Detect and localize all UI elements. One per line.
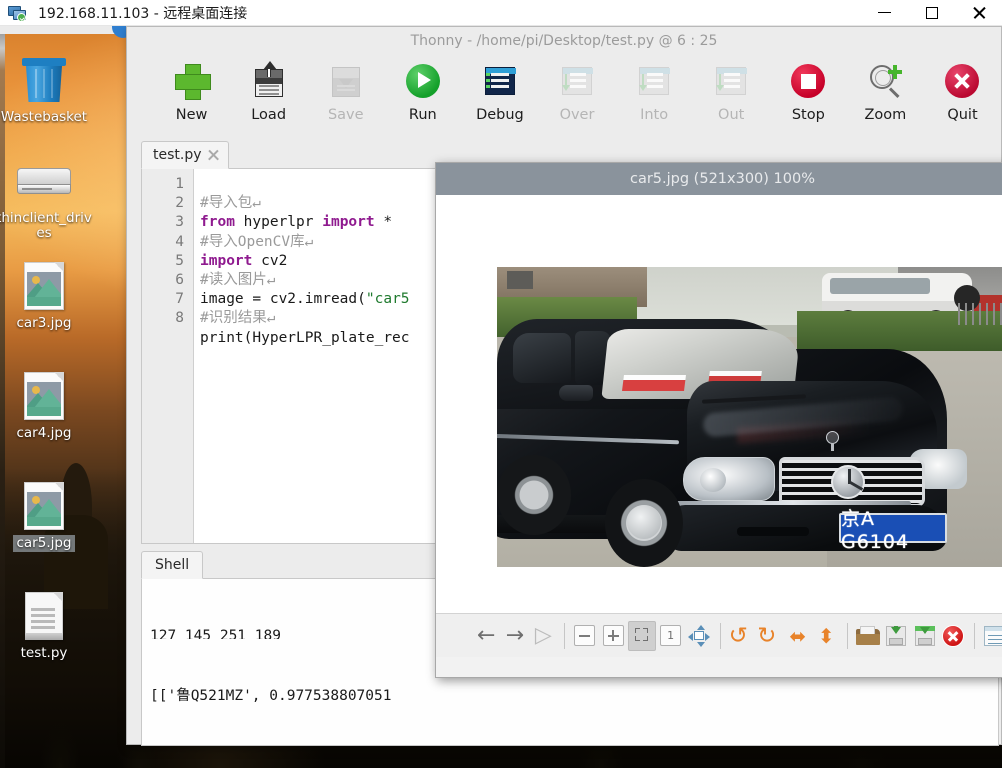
toolbar-step-out-button[interactable]: Out xyxy=(693,55,770,123)
toolbar-label: Out xyxy=(718,107,745,123)
quit-icon xyxy=(942,61,982,101)
desktop-icon-wastebasket[interactable]: Wastebasket xyxy=(0,52,96,126)
toolbar-label: Stop xyxy=(791,107,825,123)
toolbar-label: Load xyxy=(251,107,287,123)
rdp-titlebar: 192.168.11.103 - 远程桌面连接 xyxy=(0,0,1002,26)
car-photo: 京A G6104 xyxy=(497,267,1002,567)
next-image-button[interactable]: → xyxy=(501,621,530,651)
zoom-in-button[interactable] xyxy=(599,621,628,651)
trash-icon xyxy=(0,52,96,108)
toolbar-separator xyxy=(846,622,848,649)
toolbar-separator xyxy=(563,622,565,649)
step-out-icon xyxy=(711,61,751,101)
fit-to-window-button[interactable] xyxy=(627,620,657,651)
toolbar-new-button[interactable]: New xyxy=(153,55,230,123)
toolbar-label: Quit xyxy=(947,107,978,123)
shell-tab[interactable]: Shell xyxy=(141,551,204,579)
toolbar-zoom-button[interactable]: Zoom xyxy=(847,55,924,123)
rotate-right-button[interactable]: ↻ xyxy=(755,621,784,651)
image-viewer-title: car5.jpg (521x300) 100% xyxy=(436,163,1002,195)
toolbar-separator xyxy=(973,622,975,649)
editor-tab-label: test.py xyxy=(153,147,202,163)
step-over-icon xyxy=(557,61,597,101)
zoom-icon xyxy=(865,61,905,101)
drive-icon xyxy=(0,154,96,210)
toolbar-step-over-button[interactable]: Over xyxy=(538,55,615,123)
toolbar-save-button[interactable]: Save xyxy=(307,55,384,123)
flip-vertical-button[interactable]: ⬍ xyxy=(812,621,841,651)
fullscreen-button[interactable] xyxy=(685,621,714,651)
desktop-icon-label: test.py xyxy=(20,645,68,661)
rdp-window-controls xyxy=(861,0,1002,26)
flip-horizontal-button[interactable]: ⬌ xyxy=(783,621,812,651)
thonny-toolbar: New Load Save Run Debug Over Into Out St… xyxy=(127,55,1001,141)
remote-desktop-canvas: Wastebasket thinclient_drives car3.jpg c xyxy=(0,26,1002,768)
close-tab-icon[interactable] xyxy=(208,150,219,161)
desktop-icon-car3[interactable]: car3.jpg xyxy=(0,258,96,332)
mercedes-benz-car: 京A G6104 xyxy=(497,319,967,567)
rotate-left-button[interactable]: ↺ xyxy=(726,621,755,651)
toolbar-label: Save xyxy=(327,107,364,123)
image-viewer-canvas[interactable]: 京A G6104 xyxy=(436,195,1002,613)
stop-icon xyxy=(788,61,828,101)
toolbar-stop-button[interactable]: Stop xyxy=(770,55,847,123)
step-into-icon xyxy=(634,61,674,101)
actual-size-button[interactable]: 1 xyxy=(656,621,685,651)
text-file-icon xyxy=(0,588,96,644)
shell-line: [['鲁Q521MZ', 0.977538807051 xyxy=(150,688,392,704)
image-viewer-window: car5.jpg (521x300) 100% 京A G6104 ← → ▷ 1… xyxy=(435,162,1002,678)
rdp-title-text: 192.168.11.103 - 远程桌面连接 xyxy=(38,5,248,22)
toolbar-debug-button[interactable]: Debug xyxy=(461,55,538,123)
image-viewer-statusbar xyxy=(436,657,1002,677)
slideshow-button[interactable]: ▷ xyxy=(529,621,558,651)
desktop-icon-label: Wastebasket xyxy=(0,109,88,125)
toolbar-quit-button[interactable]: Quit xyxy=(924,55,1001,123)
desktop-icon-label: car4.jpg xyxy=(16,425,72,441)
thonny-title: Thonny - /home/pi/Desktop/test.py @ 6 : … xyxy=(410,33,718,49)
image-file-icon xyxy=(0,258,96,314)
new-file-icon xyxy=(172,61,212,101)
editor-line-numbers: 12345678 xyxy=(142,169,194,543)
toolbar-label: Run xyxy=(408,107,437,123)
save-button[interactable] xyxy=(882,621,911,651)
image-file-icon xyxy=(0,478,96,534)
desktop-icon-thinclient-drives[interactable]: thinclient_drives xyxy=(0,154,96,242)
shell-tab-label: Shell xyxy=(155,557,190,573)
delete-button[interactable] xyxy=(939,621,968,651)
previous-image-button[interactable]: ← xyxy=(472,621,501,651)
toolbar-label: New xyxy=(175,107,208,123)
save-as-button[interactable] xyxy=(911,621,940,651)
editor-tab-testpy[interactable]: test.py xyxy=(141,141,229,169)
load-file-icon xyxy=(249,61,289,101)
desktop-icon-label: car5.jpg xyxy=(13,535,75,552)
license-plate: 京A G6104 xyxy=(839,508,947,553)
open-file-button[interactable] xyxy=(853,621,882,651)
desktop-icon-testpy[interactable]: test.py xyxy=(0,588,96,662)
zoom-out-button[interactable] xyxy=(571,621,600,651)
toolbar-step-into-button[interactable]: Into xyxy=(616,55,693,123)
desktop-icon-label: car3.jpg xyxy=(16,315,72,331)
minimize-button[interactable] xyxy=(861,0,908,26)
toolbar-label: Over xyxy=(559,107,595,123)
toolbar-load-button[interactable]: Load xyxy=(230,55,307,123)
properties-button[interactable] xyxy=(980,621,1002,651)
screen-root: Wastebasket thinclient_drives car3.jpg c xyxy=(0,0,1002,768)
close-button[interactable] xyxy=(955,0,1002,26)
image-viewer-toolbar: ← → ▷ 1 ↺ ↻ ⬌ ⬍ xyxy=(436,613,1002,657)
toolbar-run-button[interactable]: Run xyxy=(384,55,461,123)
toolbar-label: Debug xyxy=(476,107,524,123)
desktop-icon-car4[interactable]: car4.jpg xyxy=(0,368,96,442)
image-file-icon xyxy=(0,368,96,424)
toolbar-label: Into xyxy=(640,107,669,123)
desktop-icon-car5[interactable]: car5.jpg xyxy=(0,478,96,552)
save-file-icon xyxy=(326,61,366,101)
toolbar-separator xyxy=(719,622,721,649)
desktop-icon-label: thinclient_drives xyxy=(0,210,92,241)
debug-icon xyxy=(480,61,520,101)
toolbar-label: Zoom xyxy=(864,107,907,123)
maximize-button[interactable] xyxy=(908,0,955,26)
run-icon xyxy=(403,61,443,101)
remote-desktop-icon xyxy=(5,0,31,26)
